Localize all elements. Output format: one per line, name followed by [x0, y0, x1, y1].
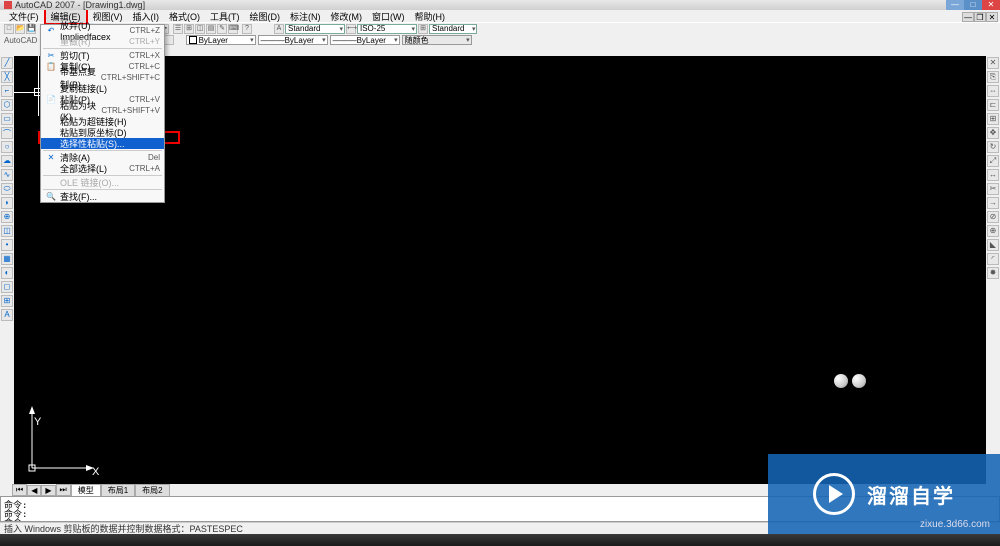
textstyle-icon[interactable]: A [274, 24, 284, 34]
sheet-icon[interactable]: ▤ [206, 24, 216, 34]
line-icon[interactable]: ╱ [1, 57, 13, 69]
markup-icon[interactable]: ✎ [217, 24, 227, 34]
textstyle-select[interactable]: Standard [285, 24, 345, 34]
title-bar: AutoCAD 2007 - [Drawing1.dwg] — □ ✕ [0, 0, 1000, 10]
app-icon [4, 1, 12, 9]
menu-bar: 文件(F) 编辑(E) 视图(V) 插入(I) 格式(O) 工具(T) 绘图(D… [0, 10, 1000, 22]
stretch-icon[interactable]: ↔ [987, 169, 999, 181]
trim-icon[interactable]: ✂ [987, 183, 999, 195]
calc-icon[interactable]: ⌨ [228, 24, 238, 34]
chamfer-icon[interactable]: ◣ [987, 239, 999, 251]
tool-palette-icon[interactable]: ◫ [195, 24, 205, 34]
modify-toolbar: ✕ ⎘ ⇔ ⊏ ⊞ ✥ ↻ ⤢ ↔ ✂ → ⊘ ⊕ ◣ ◜ ✸ [986, 56, 1000, 280]
layout-tabs: ⏮ ◀ ▶ ⏭ 模型 布局1 布局2 [12, 484, 170, 496]
menu-ole-links[interactable]: OLE 链接(O)... [41, 177, 164, 188]
circle-icon[interactable]: ○ [1, 141, 13, 153]
lineweight-select[interactable]: ——— ByLayer [330, 35, 400, 45]
child-close-button[interactable]: ✕ [986, 12, 998, 22]
polygon-icon[interactable]: ⬡ [1, 99, 13, 111]
linetype-select[interactable]: ——— ByLayer [258, 35, 328, 45]
table-icon[interactable]: ⊞ [1, 295, 13, 307]
tab-layout2[interactable]: 布局2 [135, 484, 169, 497]
minimize-button[interactable]: — [946, 0, 964, 10]
break-icon[interactable]: ⊘ [987, 211, 999, 223]
maximize-button[interactable]: □ [964, 0, 982, 10]
child-minimize-button[interactable]: — [962, 12, 974, 22]
array-icon[interactable]: ⊞ [987, 113, 999, 125]
block-icon[interactable]: ◫ [1, 225, 13, 237]
dc-icon[interactable]: ⊞ [184, 24, 194, 34]
explode-icon[interactable]: ✸ [987, 267, 999, 279]
xline-icon[interactable]: ╳ [1, 71, 13, 83]
copy2-icon[interactable]: ⎘ [987, 71, 999, 83]
layer-prev-icon[interactable] [164, 35, 174, 45]
tab-last-icon[interactable]: ⏭ [56, 484, 71, 496]
erase-icon[interactable]: ✕ [987, 57, 999, 69]
menu-insert[interactable]: 插入(I) [128, 10, 165, 23]
menu-modify[interactable]: 修改(M) [326, 10, 368, 23]
menu-format[interactable]: 格式(O) [164, 10, 205, 23]
tab-layout1[interactable]: 布局1 [101, 484, 135, 497]
menu-help[interactable]: 帮助(H) [410, 10, 451, 23]
scale-icon[interactable]: ⤢ [987, 155, 999, 167]
hatch-icon[interactable]: ▦ [1, 253, 13, 265]
help-icon[interactable]: ? [242, 24, 252, 34]
menu-file[interactable]: 文件(F) [4, 10, 44, 23]
rectangle-icon[interactable]: ▭ [1, 113, 13, 125]
ellipse-icon[interactable]: ⬭ [1, 183, 13, 195]
tab-prev-icon[interactable]: ◀ [27, 485, 41, 496]
point-icon[interactable]: • [1, 239, 13, 251]
tablestyle-select[interactable]: Standard [429, 24, 477, 34]
window-title: AutoCAD 2007 - [Drawing1.dwg] [15, 0, 145, 10]
menu-draw[interactable]: 绘图(D) [245, 10, 286, 23]
move-icon[interactable]: ✥ [987, 127, 999, 139]
menu-paste-special[interactable]: 选择性粘贴(S)... [41, 138, 164, 149]
region-icon[interactable]: ◻ [1, 281, 13, 293]
open-icon[interactable]: 📂 [15, 24, 25, 34]
close-button[interactable]: ✕ [982, 0, 1000, 10]
crosshair-vertical [38, 56, 39, 116]
menu-dimension[interactable]: 标注(N) [285, 10, 326, 23]
rotate-icon[interactable]: ↻ [987, 141, 999, 153]
fillet-icon[interactable]: ◜ [987, 253, 999, 265]
arc-icon[interactable]: ⌒ [1, 127, 13, 139]
menu-window[interactable]: 窗口(W) [367, 10, 410, 23]
color-select[interactable]: ByLayer [186, 35, 256, 45]
new-icon[interactable]: □ [4, 24, 14, 34]
tab-model[interactable]: 模型 [71, 484, 101, 497]
brand-url: zixue.3d66.com [920, 519, 990, 530]
mirror-icon[interactable]: ⇔ [987, 85, 999, 97]
revcloud-icon[interactable]: ☁ [1, 155, 13, 167]
menu-find[interactable]: 🔍查找(F)... [41, 191, 164, 202]
menu-redo[interactable]: 重做(R)CTRL+Y [41, 36, 164, 47]
dimstyle-select[interactable]: ISO-25 [357, 24, 417, 34]
spline-icon[interactable]: ∿ [1, 169, 13, 181]
insert-icon[interactable]: ⊕ [1, 211, 13, 223]
draw-toolbar: ╱ ╳ ⌐ ⬡ ▭ ⌒ ○ ☁ ∿ ⬭ ◗ ⊕ ◫ • ▦ ◐ ◻ ⊞ A [0, 56, 14, 322]
plotstyle-select[interactable]: 随颜色 [402, 35, 472, 45]
save-icon[interactable]: 💾 [26, 24, 36, 34]
tab-first-icon[interactable]: ⏮ [12, 484, 27, 496]
os-taskbar [0, 534, 1000, 546]
tab-next-icon[interactable]: ▶ [41, 485, 55, 496]
edit-menu-dropdown: ↶放弃(U) ImpliedfacexCTRL+Z 重做(R)CTRL+Y ✂剪… [40, 24, 165, 203]
mtext-icon[interactable]: A [1, 309, 13, 321]
ellipsearc-icon[interactable]: ◗ [1, 197, 13, 209]
dimstyle-icon[interactable]: ⟷ [346, 24, 356, 34]
menu-tools[interactable]: 工具(T) [205, 10, 245, 23]
extend-icon[interactable]: → [987, 197, 999, 209]
offset-icon[interactable]: ⊏ [987, 99, 999, 111]
child-restore-button[interactable]: ❐ [974, 12, 986, 22]
menu-select-all[interactable]: 全部选择(L)CTRL+A [41, 163, 164, 174]
pline-icon[interactable]: ⌐ [1, 85, 13, 97]
brand-name: 溜溜自学 [867, 480, 955, 509]
play-icon [813, 473, 855, 515]
properties-icon[interactable]: ☰ [173, 24, 183, 34]
gradient-icon[interactable]: ◐ [1, 267, 13, 279]
watermark-icon [834, 374, 866, 388]
join-icon[interactable]: ⊕ [987, 225, 999, 237]
watermark-brand: 溜溜自学 zixue.3d66.com [768, 454, 1000, 534]
tablestyle-icon[interactable]: ⊞ [418, 24, 428, 34]
